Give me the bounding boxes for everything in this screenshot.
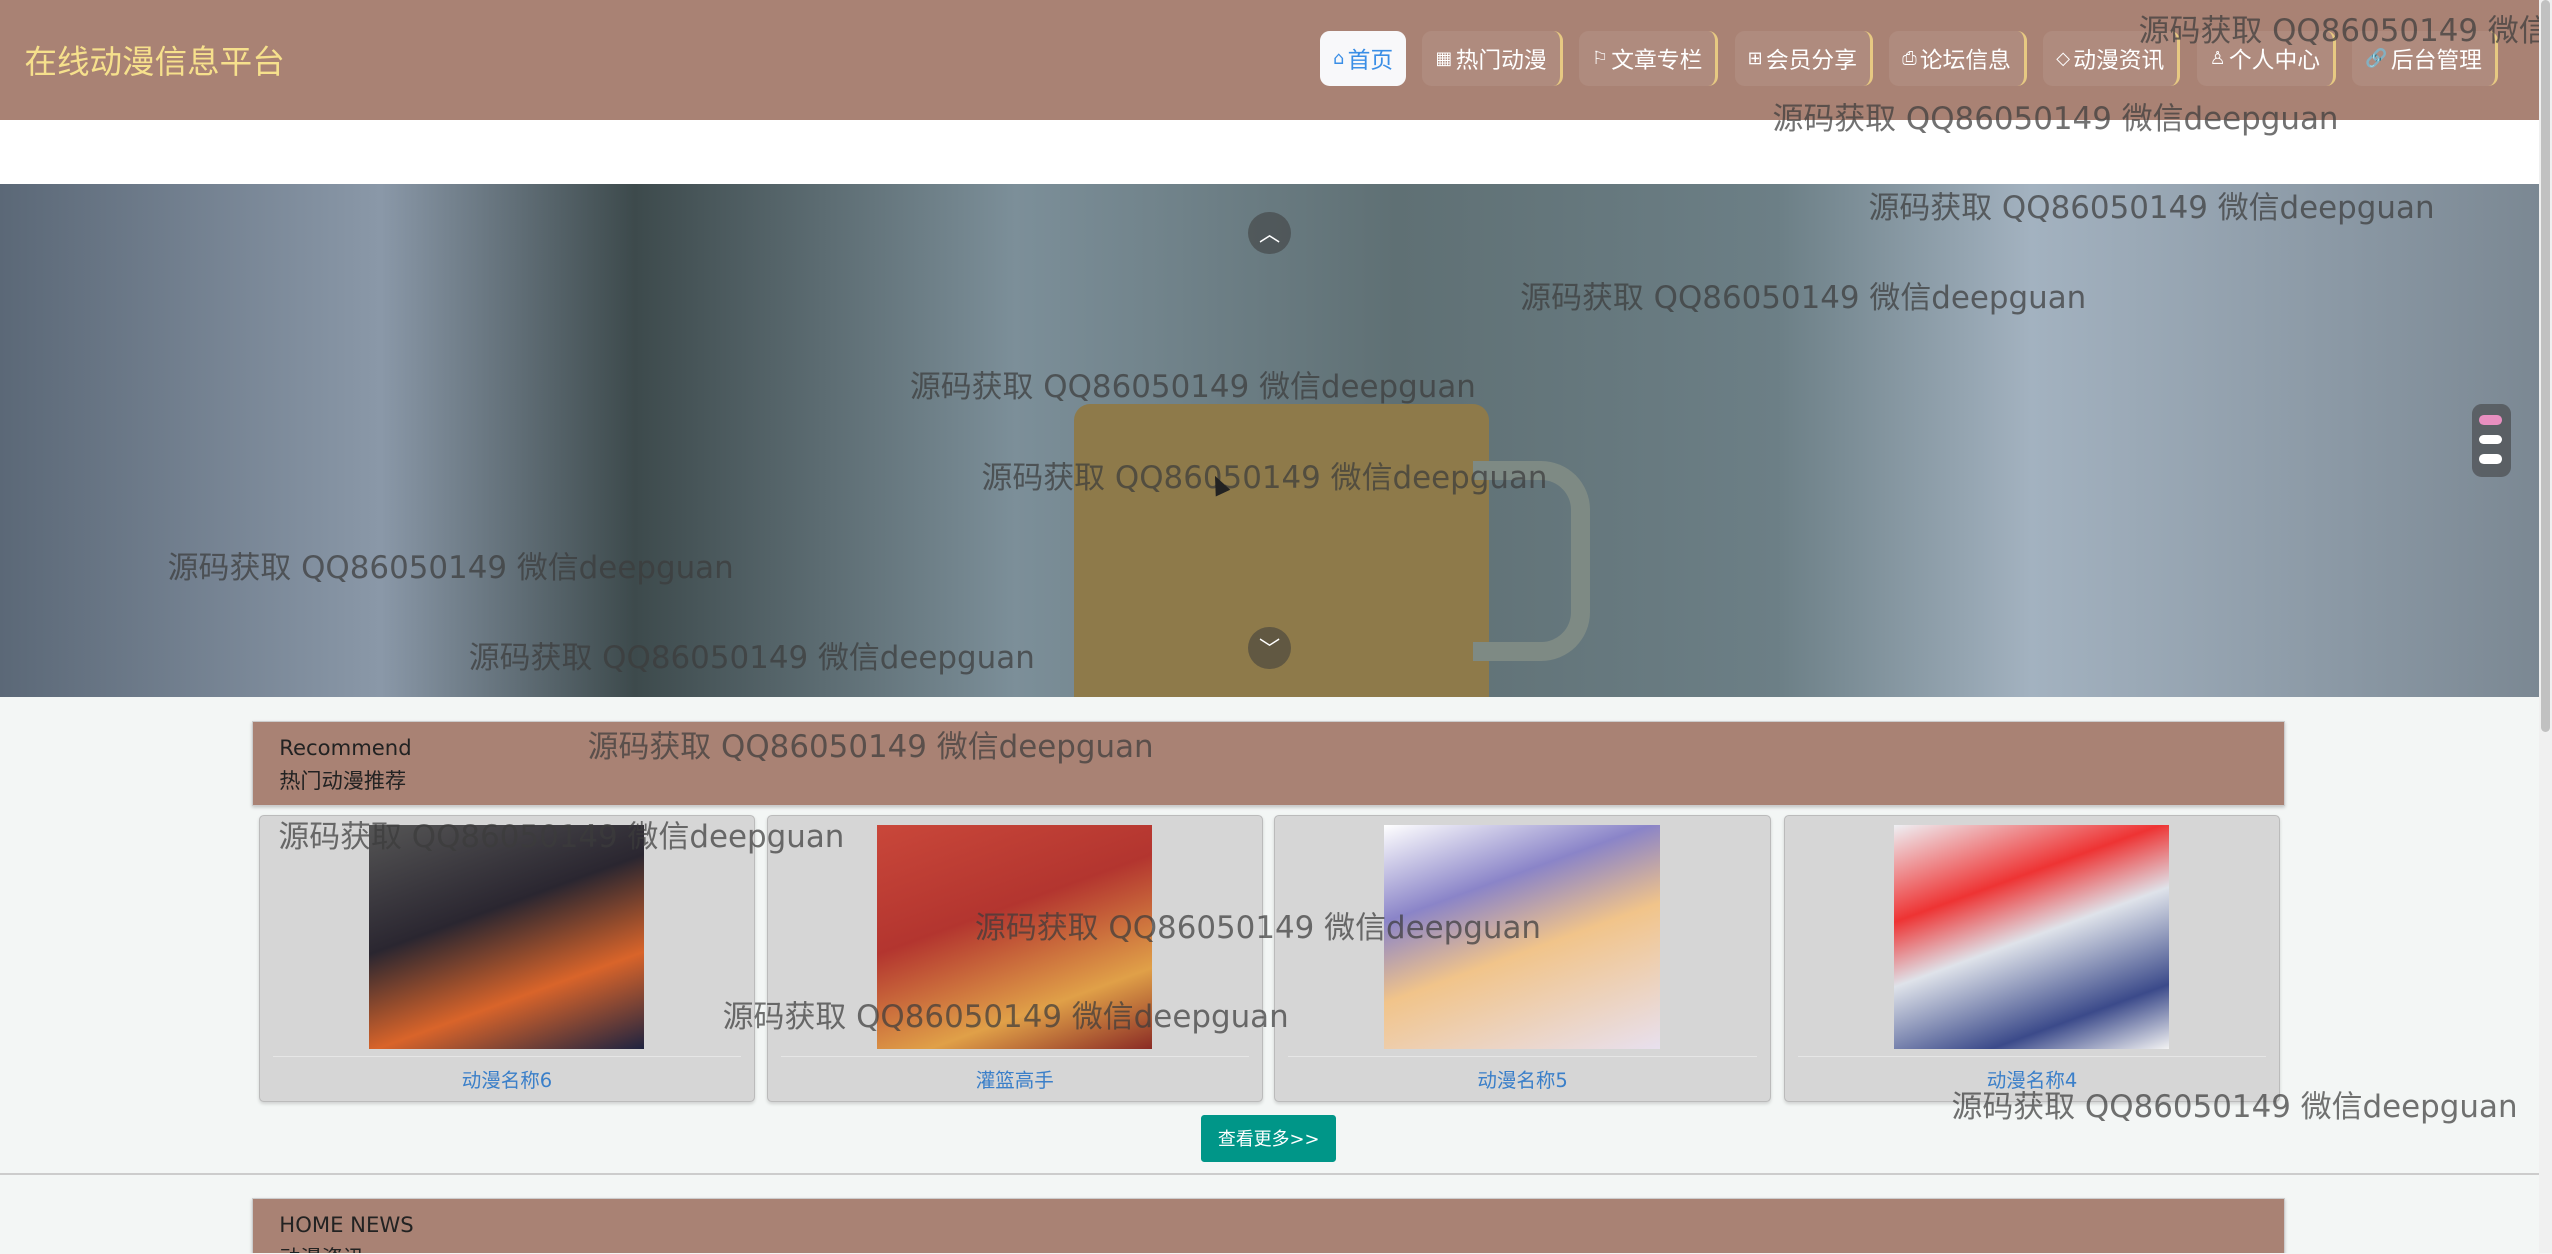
site-title: 在线动漫信息平台: [24, 42, 285, 81]
anime-card[interactable]: 动漫名称4: [1783, 815, 2281, 1102]
anime-image[interactable]: [1384, 824, 1660, 1050]
nav-label: 个人中心: [2228, 48, 2320, 75]
nav-label: 热门动漫: [1455, 48, 1547, 75]
anime-image[interactable]: [1893, 824, 2169, 1050]
anime-card[interactable]: 灌篮高手: [766, 815, 1263, 1102]
anime-image[interactable]: [876, 824, 1152, 1050]
anime-name[interactable]: 动漫名称4: [1785, 1064, 2279, 1093]
carousel-dot-active[interactable]: [2478, 415, 2502, 425]
main-nav: ⌂ 首页 ▦ 热门动漫 ⚐ 文章专栏 ⊞ 会员分享 ⎙ 论坛信息 ◇ 动漫资讯 ♙ 个人中心 …: [1319, 30, 2498, 87]
nav-home[interactable]: ⌂ 首页: [1319, 30, 1407, 87]
scrollbar[interactable]: [2539, 0, 2552, 1254]
anime-card[interactable]: 动漫名称5: [1274, 815, 1771, 1102]
recommend-header: Recommend 热门动漫推荐: [252, 721, 2286, 806]
section-title-cn: 热门动漫推荐: [279, 768, 407, 794]
divider: [1797, 1055, 2267, 1058]
user-icon: ♙: [2209, 48, 2226, 70]
carousel-prev-button[interactable]: ︿: [1248, 211, 1291, 254]
anime-name[interactable]: 动漫名称6: [260, 1064, 754, 1093]
link-icon: 🔗: [2365, 48, 2388, 70]
banner-image-handle: [1472, 460, 1590, 662]
nav-label: 论坛信息: [1919, 48, 2011, 75]
carousel-dot[interactable]: [2478, 434, 2502, 445]
scrollbar-thumb[interactable]: [2540, 0, 2551, 733]
spacer: [0, 120, 2540, 184]
section-title-cn: 动漫资讯: [279, 1241, 364, 1253]
nav-label: 文章专栏: [1611, 48, 1703, 75]
carousel-indicators: [2472, 403, 2512, 477]
divider: [272, 1055, 742, 1058]
gift-icon: ⊞: [1747, 48, 1763, 70]
nav-forum[interactable]: ⎙ 论坛信息: [1889, 30, 2027, 87]
nav-articles[interactable]: ⚐ 文章专栏: [1578, 30, 1719, 87]
print-icon: ⎙: [1902, 48, 1917, 70]
anime-name[interactable]: 灌篮高手: [768, 1064, 1262, 1093]
news-header: HOME NEWS 动漫资讯: [252, 1197, 2286, 1254]
carousel-dot[interactable]: [2478, 454, 2502, 464]
divider: [780, 1055, 1249, 1058]
nav-label: 动漫资讯: [2073, 48, 2165, 75]
nav-member-share[interactable]: ⊞ 会员分享: [1734, 30, 1873, 87]
nav-label: 首页: [1347, 48, 1394, 75]
nav-hot-anime[interactable]: ▦ 热门动漫: [1422, 30, 1563, 87]
section-title-en: HOME NEWS: [279, 1211, 414, 1237]
carousel-next-button[interactable]: ﹀: [1248, 626, 1291, 669]
home-icon: ⌂: [1332, 48, 1345, 70]
nav-label: 后台管理: [2390, 48, 2482, 75]
tag-icon: ◇: [2056, 48, 2070, 70]
divider: [1288, 1055, 1757, 1058]
nav-label: 会员分享: [1765, 48, 1857, 75]
flag-icon: ⚐: [1591, 48, 1609, 70]
anime-card[interactable]: 动漫名称6: [258, 815, 756, 1102]
section-divider: [0, 1173, 2540, 1176]
grid-icon: ▦: [1435, 48, 1453, 70]
page: 在线动漫信息平台 ⌂ 首页 ▦ 热门动漫 ⚐ 文章专栏 ⊞ 会员分享 ⎙ 论坛信息 ◇ 动漫…: [0, 0, 2552, 1254]
section-title-en: Recommend: [279, 735, 412, 761]
banner-carousel[interactable]: [0, 183, 2540, 697]
view-more-button[interactable]: 查看更多>>: [1201, 1114, 1337, 1163]
nav-admin[interactable]: 🔗 后台管理: [2352, 30, 2498, 87]
nav-profile[interactable]: ♙ 个人中心: [2196, 30, 2336, 87]
header: 在线动漫信息平台 ⌂ 首页 ▦ 热门动漫 ⚐ 文章专栏 ⊞ 会员分享 ⎙ 论坛信息 ◇ 动漫…: [0, 0, 2540, 121]
anime-image[interactable]: [368, 824, 644, 1050]
anime-name[interactable]: 动漫名称5: [1275, 1064, 1769, 1093]
nav-news[interactable]: ◇ 动漫资讯: [2043, 30, 2181, 87]
